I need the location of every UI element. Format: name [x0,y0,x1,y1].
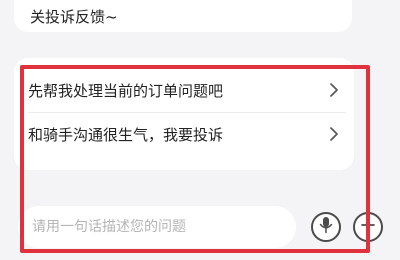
plus-icon [360,217,376,237]
message-input[interactable] [18,206,296,248]
chevron-right-icon [328,126,340,142]
suggestion-label: 先帮我处理当前的订单问题吧 [28,81,224,100]
microphone-icon [318,216,334,238]
add-button[interactable] [353,212,383,242]
chevron-right-icon [328,82,340,98]
voice-input-button[interactable] [311,212,341,242]
chat-message-text: 关投诉反馈~ [30,8,118,26]
suggestion-card: 先帮我处理当前的订单问题吧 和骑手沟通很生气，我要投诉 [14,58,354,170]
chat-bubble-top: 关投诉反馈~ [14,0,352,32]
suggestion-item-complain-rider[interactable]: 和骑手沟通很生气，我要投诉 [28,113,340,155]
suggestion-label: 和骑手沟通很生气，我要投诉 [28,125,224,144]
suggestion-item-order-issue[interactable]: 先帮我处理当前的订单问题吧 [28,69,340,111]
